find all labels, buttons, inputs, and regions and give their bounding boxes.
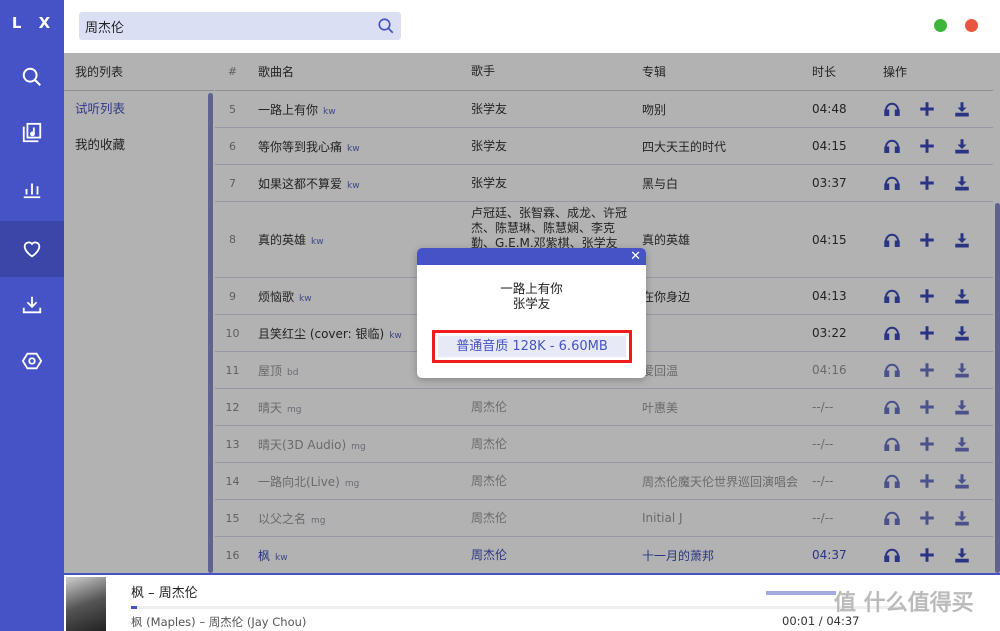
chart-icon xyxy=(23,183,41,199)
progress-fill xyxy=(131,606,138,609)
heart-icon xyxy=(23,241,41,258)
progress-bar[interactable] xyxy=(131,606,901,609)
nav-search[interactable] xyxy=(0,49,64,105)
standard-quality-button[interactable]: 普通音质 128K - 6.60MB xyxy=(438,336,626,357)
minimize-button[interactable] xyxy=(934,19,947,32)
quality-dialog: ✕ 一路上有你 张学友 普通音质 128K - 6.60MB xyxy=(417,248,646,378)
music-list-icon xyxy=(22,122,42,143)
quality-button-highlight: 普通音质 128K - 6.60MB xyxy=(432,330,632,363)
search-value: 周杰伦 xyxy=(85,21,125,36)
volume-bar[interactable] xyxy=(766,591,836,595)
dialog-close-button[interactable]: ✕ xyxy=(630,248,641,265)
nav-my-list[interactable] xyxy=(0,221,64,277)
player-title: 枫 – 周杰伦 xyxy=(131,586,198,601)
dialog-song: 一路上有你 xyxy=(500,281,563,296)
watermark: 值 什么值得买 xyxy=(834,591,974,616)
player-subtitle: 枫 (Maples) – 周杰伦 (Jay Chou) xyxy=(131,615,307,629)
search-icon xyxy=(22,67,41,86)
search-icon[interactable] xyxy=(377,17,395,35)
nav-download[interactable] xyxy=(0,277,64,333)
settings-icon xyxy=(21,352,43,370)
nav-leaderboard[interactable] xyxy=(0,161,64,217)
album-cover[interactable] xyxy=(66,577,106,631)
nav-song-list[interactable] xyxy=(0,105,64,161)
app-logo: L X xyxy=(11,14,57,32)
player-bar: 枫 – 周杰伦 枫 (Maples) – 周杰伦 (Jay Chou) 00:0… xyxy=(64,573,1000,631)
download-icon xyxy=(22,296,42,314)
sidebar: L X xyxy=(0,0,64,631)
nav-settings[interactable] xyxy=(0,333,64,389)
dialog-singer: 张学友 xyxy=(512,296,551,311)
header: 周杰伦 xyxy=(64,0,1000,53)
search-input[interactable]: 周杰伦 xyxy=(79,12,401,40)
close-window-button[interactable] xyxy=(965,19,978,32)
